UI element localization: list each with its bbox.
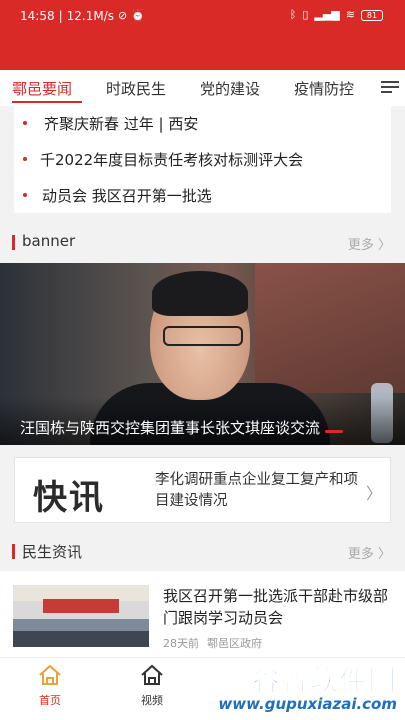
headline-item[interactable]: 千2022年度目标责任考核对标测评大会 [14,144,391,174]
section-title: 民生资讯 [22,543,83,561]
flash-news-card[interactable]: 快讯 李化调研重点企业复工复产和项目建设情况 〉 [14,457,391,523]
bullet-icon [23,157,27,161]
carousel-indicator [325,430,343,433]
watermark-title: 谷普软件园 [251,664,397,698]
more-link[interactable]: 更多 〉 [348,234,391,253]
news-source: 鄠邑区政府 [207,637,262,650]
headline-list: 齐聚庆新春 过年 | 西安 千2022年度目标责任考核对标测评大会 动员会 我区… [14,106,391,213]
bullet-icon [23,121,27,125]
news-title: 我区召开第一批选派干部赴市级部门跟岗学习动员会 [163,587,389,627]
signal-icon: ▂▄▆ [314,8,340,21]
home-icon [39,664,61,685]
headline-item[interactable]: 动员会 我区召开第一批选 [14,180,391,210]
active-tab-indicator [12,101,82,103]
nav-home[interactable]: 首页 [20,664,80,708]
status-bar: 14:58 | 12.1M/s ⊘ ⏰ ᛒ ▯ ▂▄▆ ≋ 81 [0,0,405,70]
vibrate-icon: ▯ [302,8,309,21]
bullet-icon [23,193,27,197]
menu-icon[interactable] [381,81,399,93]
flash-news-text: 李化调研重点企业复工复产和项目建设情况 [155,472,358,509]
nav-video[interactable]: 视频 [122,664,182,708]
network-speed: 12.1M/s [66,9,115,23]
more-link[interactable]: 更多 〉 [348,543,391,562]
section-title: banner [22,232,76,250]
headline-item[interactable]: 齐聚庆新春 过年 | 西安 [14,108,391,138]
notification-off-icon: ⊘ [118,9,128,22]
news-list-item[interactable]: 我区召开第一批选派干部赴市级部门跟岗学习动员会 28天前 鄠邑区政府 [0,571,405,657]
alarm-icon: ⏰ [131,9,145,22]
video-home-icon [141,664,163,685]
banner-section-header: banner 更多 〉 [0,222,405,262]
news-thumbnail [13,585,149,647]
news-time: 28天前 [163,637,199,650]
tab-epidemic-control[interactable]: 疫情防控 [294,78,354,99]
banner-carousel[interactable]: 汪国栋与陕西交控集团董事长张文琪座谈交流 [0,263,405,445]
category-tabs: 鄠邑要闻 时政民生 党的建设 疫情防控 [0,70,405,106]
chevron-right-icon: 〉 [365,484,382,503]
tab-huyi-news[interactable]: 鄠邑要闻 [12,78,72,99]
tab-party-building[interactable]: 党的建设 [200,78,260,99]
battery-icon: 81 [361,9,383,21]
banner-caption: 汪国栋与陕西交控集团董事长张文琪座谈交流 [20,419,321,437]
wifi-icon: ≋ [345,8,355,21]
kuaixun-logo: 快讯 [33,478,105,518]
site-watermark: 谷普软件园 www.gupuxiazai.com [196,655,405,720]
status-time: 14:58 [20,9,55,23]
watermark-url: www.gupuxiazai.com [218,695,397,713]
minsheng-section-header: 民生资讯 更多 〉 [0,531,405,571]
bluetooth-icon: ᛒ [289,8,297,21]
tab-politics-livelihood[interactable]: 时政民生 [106,78,166,99]
